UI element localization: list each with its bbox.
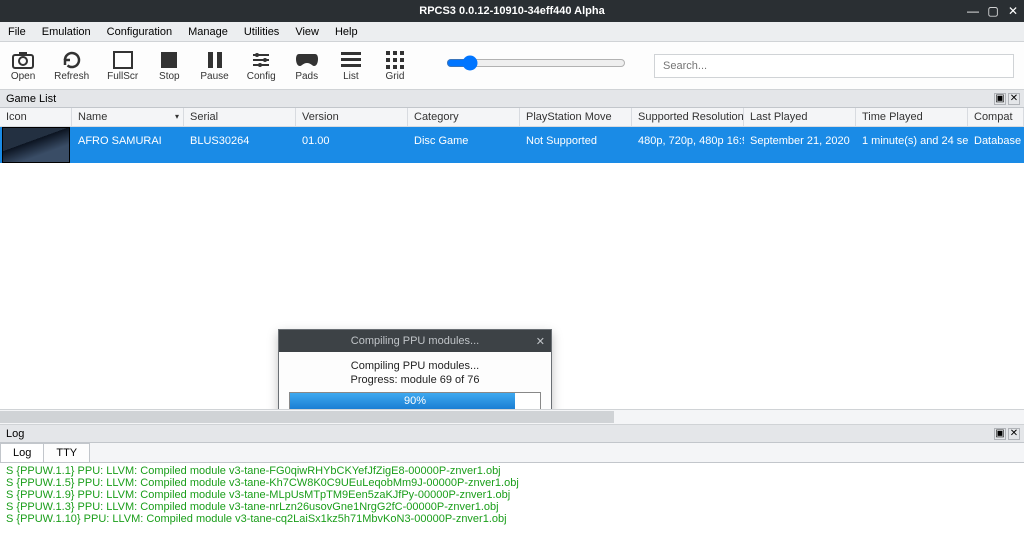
col-name[interactable]: Name [72, 108, 184, 127]
stop-icon [160, 49, 178, 71]
menu-manage[interactable]: Manage [180, 26, 236, 38]
maximize-button[interactable]: ▢ [986, 4, 1000, 18]
game-thumbnail [2, 127, 70, 163]
tab-tty[interactable]: TTY [43, 443, 90, 462]
icon-size-slider[interactable] [446, 55, 626, 76]
window-title: RPCS3 0.0.12-10910-34eff440 Alpha [419, 5, 604, 17]
col-resolutions[interactable]: Supported Resolutions [632, 108, 744, 127]
menu-emulation[interactable]: Emulation [34, 26, 99, 38]
cell-resolutions: 480p, 720p, 480p 16:9 [632, 127, 744, 163]
col-move[interactable]: PlayStation Move [520, 108, 632, 127]
tool-label: List [343, 71, 359, 82]
log-float-button[interactable]: ▣ [994, 428, 1006, 440]
gamepad-icon [295, 49, 319, 71]
minimize-button[interactable]: ― [966, 4, 980, 18]
cell-category: Disc Game [408, 127, 520, 163]
cell-icon [0, 127, 72, 163]
dialog-progress-text: Progress: module 69 of 76 [289, 374, 541, 386]
stop-button[interactable]: Stop [156, 49, 182, 82]
toolbar: Open Refresh FullScr Stop Pause Config P… [0, 42, 1024, 90]
log-panel-header: Log ▣ ✕ [0, 425, 1024, 443]
tool-label: Config [247, 71, 276, 82]
gamelist-float-button[interactable]: ▣ [994, 93, 1006, 105]
table-row[interactable]: AFRO SAMURAI BLUS30264 01.00 Disc Game N… [0, 127, 1024, 163]
cell-move: Not Supported [520, 127, 632, 163]
gamelist-body: Compiling PPU modules... ✕ Compiling PPU… [0, 163, 1024, 409]
tool-label: Grid [386, 71, 405, 82]
menu-configuration[interactable]: Configuration [99, 26, 180, 38]
grid-icon [386, 49, 404, 71]
tool-label: FullScr [107, 71, 138, 82]
close-button[interactable]: ✕ [1006, 4, 1020, 18]
list-icon [341, 49, 361, 71]
tab-log[interactable]: Log [0, 443, 44, 462]
horizontal-scrollbar[interactable] [0, 409, 1024, 425]
table-header: Icon Name Serial Version Category PlaySt… [0, 108, 1024, 127]
cell-last-played: September 21, 2020 [744, 127, 856, 163]
menu-file[interactable]: File [0, 26, 34, 38]
pause-icon [206, 49, 224, 71]
dialog-close-button[interactable]: ✕ [536, 335, 545, 348]
log-line: S {PPUW.1.10} PPU: LLVM: Compiled module… [6, 513, 1018, 525]
progress-bar: 90% [289, 392, 541, 410]
cell-name: AFRO SAMURAI [72, 127, 184, 163]
search-input[interactable] [654, 54, 1014, 78]
pause-button[interactable]: Pause [200, 49, 228, 82]
dialog-title: Compiling PPU modules... [351, 335, 479, 347]
grid-button[interactable]: Grid [382, 49, 408, 82]
tool-label: Refresh [54, 71, 89, 82]
col-time-played[interactable]: Time Played [856, 108, 968, 127]
window-titlebar: RPCS3 0.0.12-10910-34eff440 Alpha ― ▢ ✕ [0, 0, 1024, 22]
dialog-message: Compiling PPU modules... [289, 360, 541, 372]
cell-time-played: 1 minute(s) and 24 second(s) [856, 127, 968, 163]
refresh-button[interactable]: Refresh [54, 49, 89, 82]
tool-label: Pause [200, 71, 228, 82]
log-tabs: Log TTY [0, 443, 1024, 463]
col-version[interactable]: Version [296, 108, 408, 127]
progress-percent: 90% [290, 393, 540, 409]
gamelist-panel-header: Game List ▣ ✕ [0, 90, 1024, 108]
sliders-icon [251, 49, 271, 71]
gamelist-close-button[interactable]: ✕ [1008, 93, 1020, 105]
fullscreen-button[interactable]: FullScr [107, 49, 138, 82]
camera-icon [12, 49, 34, 71]
menu-utilities[interactable]: Utilities [236, 26, 287, 38]
slider-input[interactable] [446, 55, 626, 71]
scrollbar-thumb[interactable] [0, 411, 614, 423]
menubar: File Emulation Configuration Manage Util… [0, 22, 1024, 42]
cell-serial: BLUS30264 [184, 127, 296, 163]
col-serial[interactable]: Serial [184, 108, 296, 127]
cell-version: 01.00 [296, 127, 408, 163]
gamelist-title: Game List [6, 93, 56, 105]
col-category[interactable]: Category [408, 108, 520, 127]
log-output[interactable]: S {PPUW.1.1} PPU: LLVM: Compiled module … [0, 463, 1024, 540]
fullscreen-icon [113, 49, 133, 71]
log-line: S {PPUW.1.9} PPU: LLVM: Compiled module … [6, 489, 1018, 501]
log-title: Log [6, 428, 24, 440]
menu-view[interactable]: View [287, 26, 327, 38]
cell-compat: Database [968, 127, 1024, 163]
col-last-played[interactable]: Last Played [744, 108, 856, 127]
col-icon[interactable]: Icon [0, 108, 72, 127]
tool-label: Pads [295, 71, 318, 82]
log-close-button[interactable]: ✕ [1008, 428, 1020, 440]
col-compat[interactable]: Compat [968, 108, 1024, 127]
open-button[interactable]: Open [10, 49, 36, 82]
list-button[interactable]: List [338, 49, 364, 82]
tool-label: Stop [159, 71, 180, 82]
log-line: S {PPUW.1.3} PPU: LLVM: Compiled module … [6, 501, 1018, 513]
log-line: S {PPUW.1.1} PPU: LLVM: Compiled module … [6, 465, 1018, 477]
log-line: S {PPUW.1.5} PPU: LLVM: Compiled module … [6, 477, 1018, 489]
dialog-titlebar[interactable]: Compiling PPU modules... ✕ [279, 330, 551, 352]
gamelist-table: Icon Name Serial Version Category PlaySt… [0, 108, 1024, 163]
menu-help[interactable]: Help [327, 26, 366, 38]
pads-button[interactable]: Pads [294, 49, 320, 82]
tool-label: Open [11, 71, 35, 82]
refresh-icon [62, 49, 82, 71]
config-button[interactable]: Config [247, 49, 276, 82]
